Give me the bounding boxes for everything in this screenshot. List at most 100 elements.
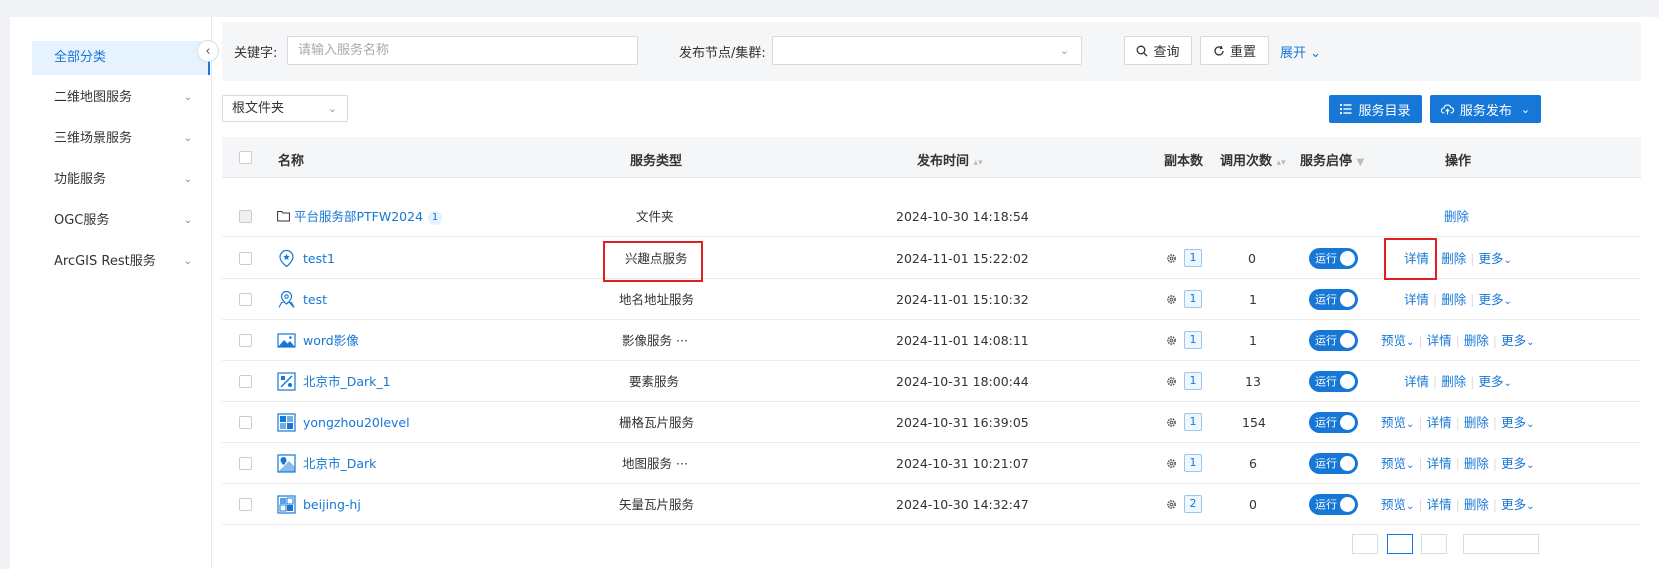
replica-count[interactable]: 1 <box>1184 413 1202 431</box>
row-name-link[interactable]: 北京市_Dark <box>303 443 376 484</box>
reset-label: 重置 <box>1229 45 1256 60</box>
detail-link[interactable]: 详情 <box>1427 415 1452 430</box>
row-name-link[interactable]: yongzhou20level <box>303 402 410 443</box>
folder-select-value: 根文件夹 <box>232 101 285 116</box>
image-service-icon <box>277 333 296 348</box>
run-toggle[interactable]: 运行 <box>1309 412 1358 433</box>
pagination-size-select[interactable] <box>1463 534 1539 554</box>
row-checkbox[interactable] <box>239 210 252 223</box>
col-calls-label: 调用次数 <box>1220 154 1273 169</box>
row-name-link[interactable]: 平台服务部PTFW2024 <box>294 209 423 224</box>
row-checkbox[interactable] <box>239 498 252 511</box>
delete-link[interactable]: 删除 <box>1464 497 1489 512</box>
row-checkbox[interactable] <box>239 375 252 388</box>
row-checkbox[interactable] <box>239 416 252 429</box>
ops-separator: | <box>1470 251 1475 266</box>
expand-label: 展开 <box>1280 46 1307 61</box>
replica-count[interactable]: 1 <box>1184 290 1202 308</box>
delete-link[interactable]: 删除 <box>1441 251 1466 266</box>
row-calls: 154 <box>1242 415 1266 430</box>
row-name-link[interactable]: test1 <box>303 238 335 279</box>
row-name-link[interactable]: 北京市_Dark_1 <box>303 361 391 402</box>
preview-link[interactable]: 预览⌄ <box>1381 415 1414 430</box>
publish-service-button[interactable]: 服务发布 ⌄ <box>1430 95 1541 123</box>
preview-link[interactable]: 预览⌄ <box>1381 456 1414 471</box>
pagination-prev[interactable] <box>1352 534 1378 554</box>
sidebar-item-ogc[interactable]: OGC服务 ⌄ <box>32 204 210 238</box>
folder-select[interactable]: 根文件夹 ⌄ <box>222 95 348 122</box>
row-time: 2024-11-01 15:22:02 <box>896 251 1029 266</box>
run-toggle[interactable]: 运行 <box>1309 453 1358 474</box>
preview-link[interactable]: 预览⌄ <box>1381 333 1414 348</box>
row-name-link[interactable]: word影像 <box>303 320 359 361</box>
detail-link[interactable]: 详情 <box>1427 497 1452 512</box>
delete-link[interactable]: 删除 <box>1464 456 1489 471</box>
replica-count[interactable]: 1 <box>1184 331 1202 349</box>
detail-link[interactable]: 详情 <box>1404 292 1429 307</box>
pagination-next[interactable] <box>1421 534 1447 554</box>
more-link[interactable]: 更多⌄ <box>1501 497 1534 512</box>
replica-count[interactable]: 1 <box>1184 372 1202 390</box>
delete-link[interactable]: 删除 <box>1444 209 1469 224</box>
more-link[interactable]: 更多⌄ <box>1478 251 1511 266</box>
run-toggle[interactable]: 运行 <box>1309 371 1358 392</box>
detail-link[interactable]: 详情 <box>1404 374 1429 389</box>
list-icon <box>1340 104 1352 114</box>
delete-link[interactable]: 删除 <box>1464 415 1489 430</box>
replica-count[interactable]: 1 <box>1184 454 1202 472</box>
col-name-header: 名称 <box>278 154 305 169</box>
run-toggle[interactable]: 运行 <box>1309 248 1358 269</box>
more-link[interactable]: 更多⌄ <box>1478 292 1511 307</box>
sidebar-item-3d-scene[interactable]: 三维场景服务 ⌄ <box>32 122 210 156</box>
run-toggle[interactable]: 运行 <box>1309 289 1358 310</box>
row-checkbox[interactable] <box>239 293 252 306</box>
keyword-input[interactable]: 请输入服务名称 <box>287 36 638 65</box>
replica-count[interactable]: 1 <box>1184 249 1202 267</box>
replica-count[interactable]: 2 <box>1184 495 1202 513</box>
delete-link[interactable]: 删除 <box>1441 292 1466 307</box>
sidebar-collapse-button[interactable]: ‹ <box>197 40 219 62</box>
ops-separator: | <box>1492 497 1498 512</box>
select-all-checkbox[interactable] <box>239 151 252 164</box>
gear-icon <box>1167 500 1176 509</box>
service-catalog-button[interactable]: 服务目录 <box>1329 95 1422 123</box>
row-checkbox[interactable] <box>239 457 252 470</box>
row-checkbox[interactable] <box>239 334 252 347</box>
sidebar-item-function[interactable]: 功能服务 ⌄ <box>32 163 210 197</box>
run-toggle[interactable]: 运行 <box>1309 330 1358 351</box>
sidebar-item-all[interactable]: 全部分类 <box>32 41 210 75</box>
sidebar-item-arcgis-rest[interactable]: ArcGIS Rest服务 ⌄ <box>32 245 210 279</box>
delete-link[interactable]: 删除 <box>1464 333 1489 348</box>
chevron-down-icon: ⌄ <box>1503 296 1512 307</box>
sidebar-item-2d-map[interactable]: 二维地图服务 ⌄ <box>32 81 210 115</box>
col-calls-header[interactable]: 调用次数 ▴▾ <box>1220 150 1286 169</box>
row-name-link[interactable]: test <box>303 279 327 320</box>
more-link[interactable]: 更多⌄ <box>1501 456 1534 471</box>
pagination-page[interactable] <box>1387 534 1413 554</box>
node-select[interactable]: ⌄ <box>772 36 1082 65</box>
col-status-header[interactable]: 服务启停 ▼ <box>1300 150 1364 169</box>
row-name[interactable]: 平台服务部PTFW2024 1 <box>294 196 443 237</box>
detail-link[interactable]: 详情 <box>1427 456 1452 471</box>
row-time: 2024-11-01 14:08:11 <box>896 333 1029 348</box>
delete-link[interactable]: 删除 <box>1441 374 1466 389</box>
expand-link[interactable]: 展开 ⌄ <box>1280 42 1321 61</box>
query-button[interactable]: 查询 <box>1124 36 1192 65</box>
preview-link[interactable]: 预览⌄ <box>1381 497 1414 512</box>
more-link[interactable]: 更多⌄ <box>1478 374 1511 389</box>
detail-link[interactable]: 详情 <box>1427 333 1452 348</box>
row-type: 影像服务 ··· <box>622 333 688 348</box>
row-checkbox[interactable] <box>239 252 252 265</box>
sort-icon: ▴▾ <box>973 158 983 168</box>
ops-separator: | <box>1455 497 1460 512</box>
row-type: 要素服务 <box>629 374 680 389</box>
run-toggle[interactable]: 运行 <box>1309 494 1358 515</box>
ops-separator: | <box>1492 333 1498 348</box>
more-link[interactable]: 更多⌄ <box>1501 333 1534 348</box>
col-time-header[interactable]: 发布时间 ▴▾ <box>917 150 983 169</box>
more-link[interactable]: 更多⌄ <box>1501 415 1534 430</box>
row-time: 2024-10-30 14:32:47 <box>896 497 1029 512</box>
row-name-link[interactable]: beijing-hj <box>303 484 361 525</box>
chevron-down-icon: ⌄ <box>183 174 192 185</box>
reset-button[interactable]: 重置 <box>1200 36 1269 65</box>
